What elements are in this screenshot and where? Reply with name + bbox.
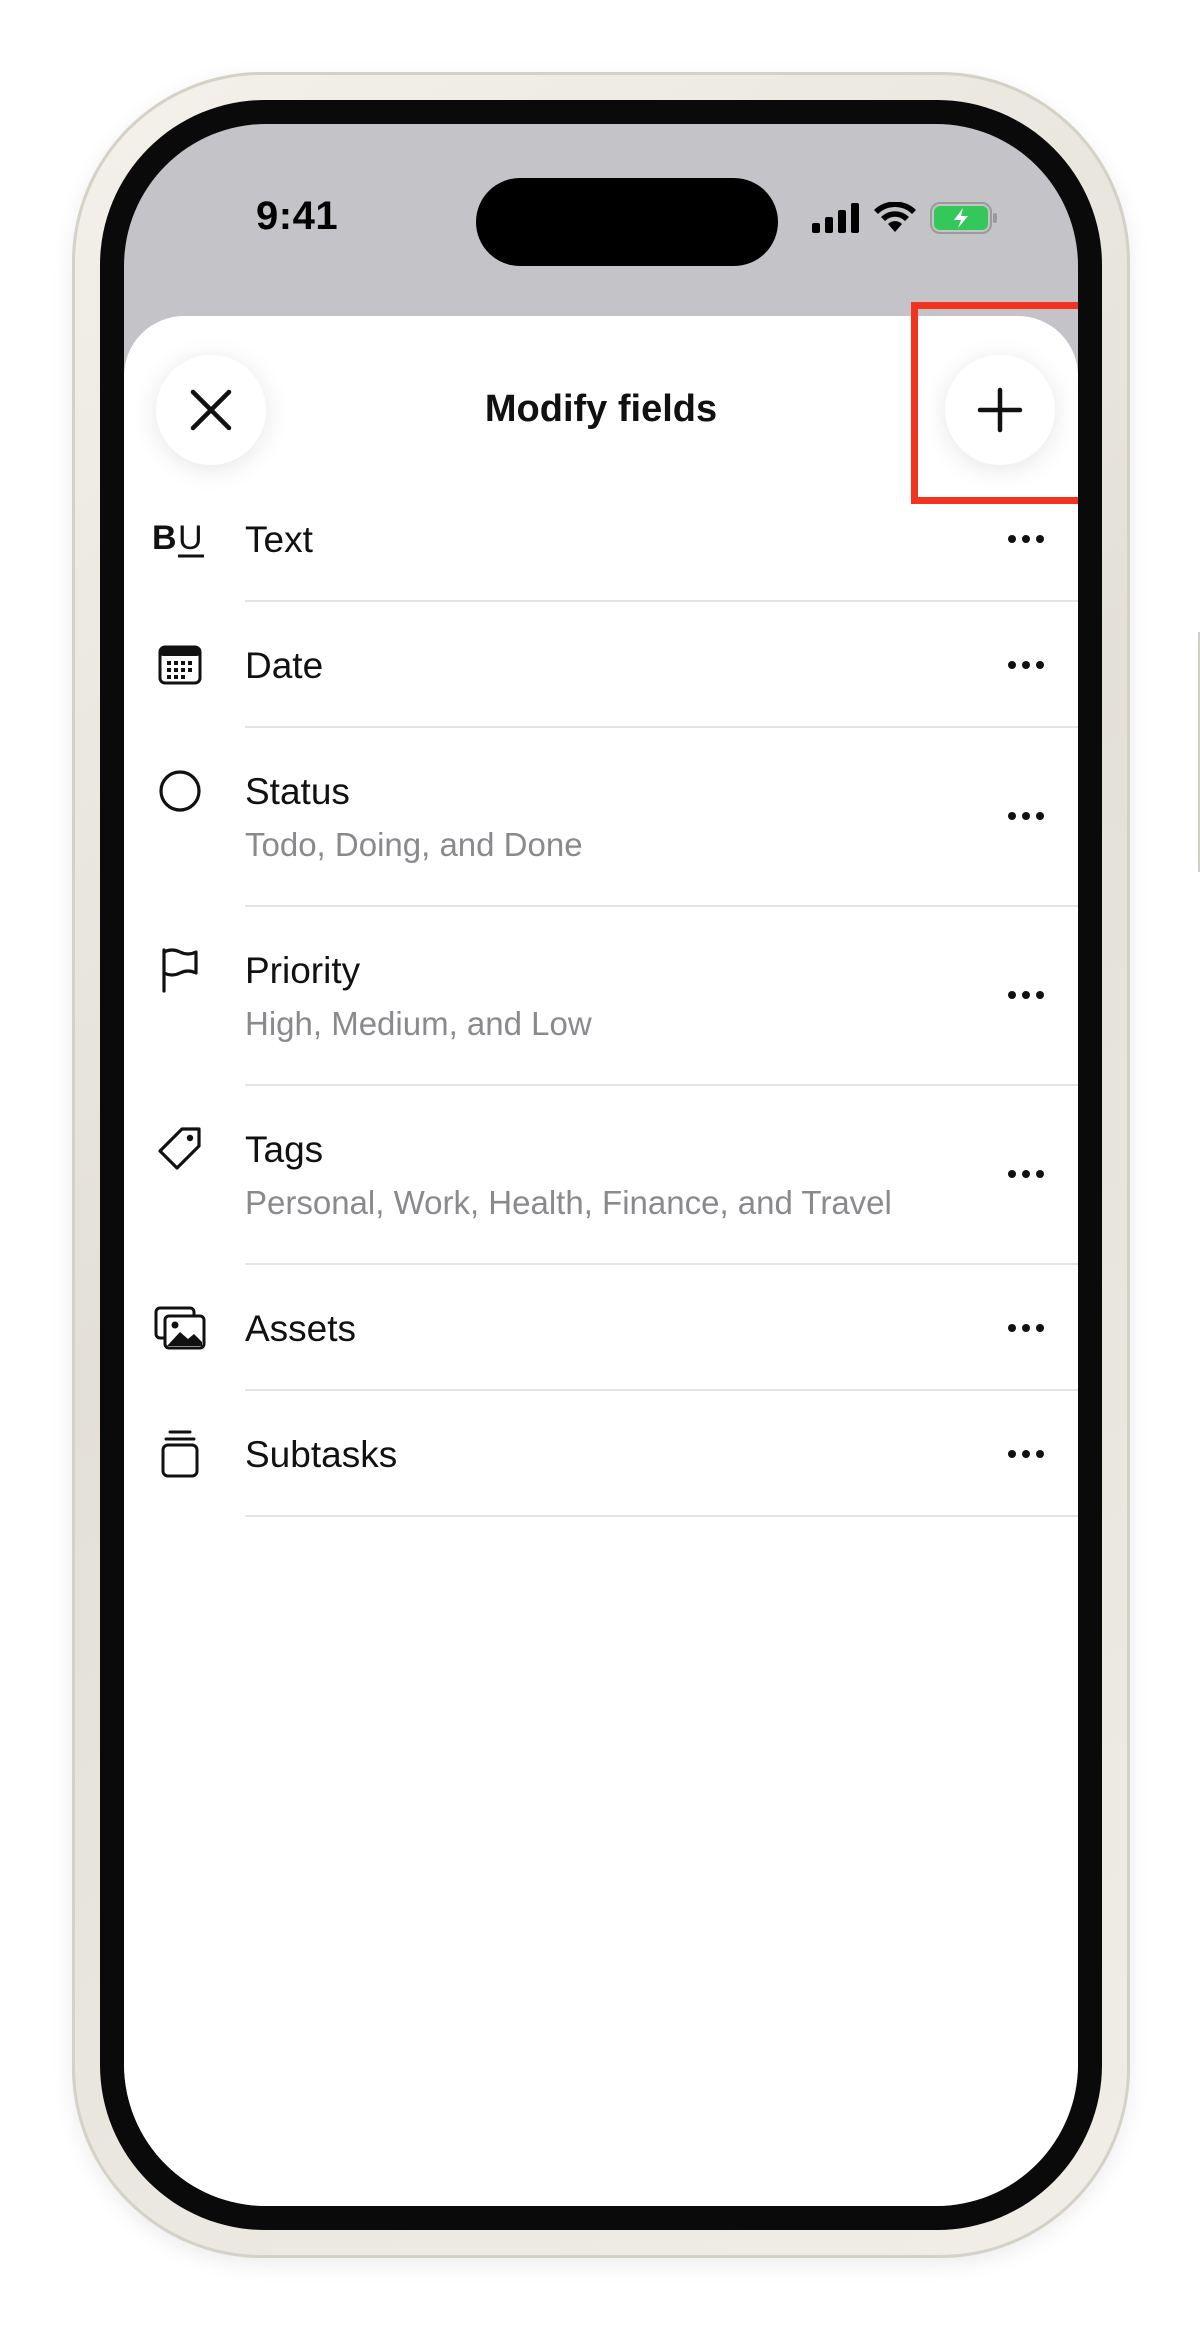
divider [245, 1515, 1078, 1517]
field-row-subtasks[interactable]: Subtasks [124, 1391, 1078, 1517]
field-label: Date [245, 645, 324, 686]
more-horizontal-icon [1008, 991, 1016, 999]
more-dot [1022, 991, 1030, 999]
more-dot [1036, 991, 1044, 999]
more-button[interactable] [996, 975, 1056, 1015]
more-dot [1022, 1170, 1030, 1178]
more-dot [1022, 535, 1030, 543]
more-dot [1036, 1170, 1044, 1178]
more-horizontal-icon [1008, 1170, 1016, 1178]
more-dot [1036, 535, 1044, 543]
status-time: 9:41 [256, 194, 339, 238]
more-button[interactable] [996, 645, 1056, 685]
more-dot [1022, 1324, 1030, 1332]
status-icons [812, 202, 998, 234]
battery-charging-icon [930, 202, 997, 234]
more-dot [1022, 661, 1030, 669]
more-button[interactable] [996, 1434, 1056, 1474]
flag-icon [152, 942, 208, 998]
screen: 9:41 Modify fields B U Text Date Status … [124, 124, 1078, 2206]
field-row-assets[interactable]: Assets [124, 1265, 1078, 1391]
field-list: B U Text Date Status Todo, Doing, and Do… [124, 476, 1078, 1517]
more-horizontal-icon [1008, 812, 1016, 820]
plus-icon [977, 387, 1023, 433]
more-horizontal-icon [1008, 535, 1016, 543]
field-label: Tags [245, 1129, 324, 1170]
field-label: Subtasks [245, 1434, 398, 1475]
more-horizontal-icon [1008, 1324, 1016, 1332]
more-horizontal-icon [1008, 1450, 1016, 1458]
more-button[interactable] [996, 1308, 1056, 1348]
field-label: Text [245, 519, 313, 560]
cellular-signal-icon [812, 203, 859, 233]
field-row-status[interactable]: Status Todo, Doing, and Done [124, 728, 1078, 907]
text-format-icon: B U [152, 511, 208, 567]
field-subtitle: Personal, Work, Health, Finance, and Tra… [245, 1184, 892, 1221]
svg-text:B: B [152, 519, 177, 557]
circle-icon [152, 763, 208, 819]
more-dot [1022, 1450, 1030, 1458]
add-field-button[interactable] [945, 355, 1055, 465]
field-label: Assets [245, 1308, 357, 1349]
more-dot [1036, 812, 1044, 820]
calendar-icon [152, 637, 208, 693]
page-title: Modify fields [484, 388, 718, 430]
field-row-text[interactable]: B U Text [124, 476, 1078, 602]
more-button[interactable] [996, 519, 1056, 559]
field-label: Status [245, 771, 350, 812]
stack-icon [152, 1426, 208, 1482]
phone-bezel: 9:41 Modify fields B U Text Date Status … [100, 100, 1102, 2230]
phone-frame: 9:41 Modify fields B U Text Date Status … [72, 72, 1200, 2258]
tag-icon [152, 1121, 208, 1177]
field-label: Priority [245, 950, 361, 991]
more-horizontal-icon [1008, 661, 1016, 669]
more-dot [1036, 661, 1044, 669]
field-subtitle: Todo, Doing, and Done [245, 826, 583, 863]
dynamic-island [476, 178, 778, 266]
field-row-date[interactable]: Date [124, 602, 1078, 728]
wifi-icon [874, 202, 916, 232]
modify-fields-sheet: Modify fields B U Text Date Status Todo,… [124, 302, 1078, 2206]
more-dot [1022, 812, 1030, 820]
images-icon [152, 1300, 208, 1356]
more-dot [1036, 1324, 1044, 1332]
more-button[interactable] [996, 1154, 1056, 1194]
field-row-tags[interactable]: Tags Personal, Work, Health, Finance, an… [124, 1086, 1078, 1265]
field-subtitle: High, Medium, and Low [245, 1005, 592, 1042]
svg-text:U: U [178, 519, 203, 557]
field-row-priority[interactable]: Priority High, Medium, and Low [124, 907, 1078, 1086]
more-button[interactable] [996, 796, 1056, 836]
more-dot [1036, 1450, 1044, 1458]
